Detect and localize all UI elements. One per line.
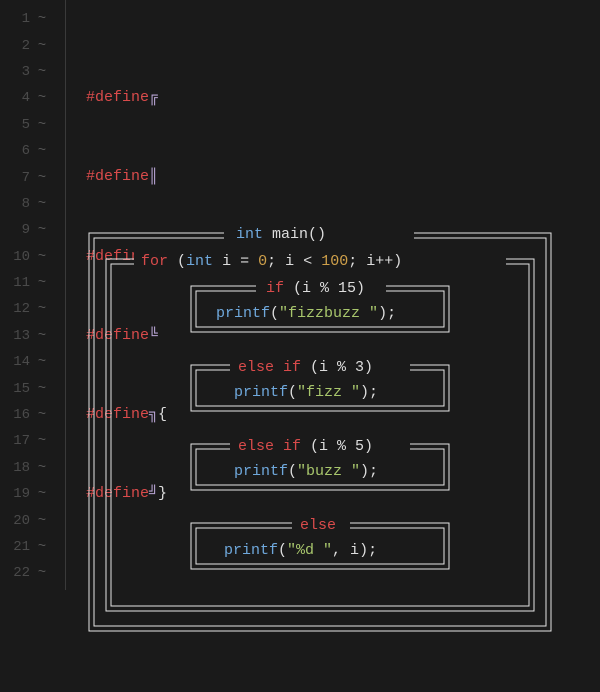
gutter-line: 3~ — [0, 59, 65, 85]
line-number: 20 — [0, 513, 30, 529]
tilde-icon: ~ — [30, 513, 54, 529]
define-line: #define ═ — [86, 244, 167, 270]
gutter-line: 22~ — [0, 560, 65, 586]
tilde-icon: ~ — [30, 565, 54, 581]
tilde-icon: ~ — [30, 90, 54, 106]
tilde-icon: ~ — [30, 460, 54, 476]
tilde-icon: ~ — [30, 143, 54, 159]
tilde-icon: ~ — [30, 196, 54, 212]
gutter-line: 12~ — [0, 296, 65, 322]
else-header: else — [300, 517, 336, 534]
define-rep: } — [158, 481, 167, 507]
gutter: 1~2~3~4~5~6~7~8~9~10~11~12~13~14~15~16~1… — [0, 0, 66, 590]
printf-call: printf("buzz "); — [234, 463, 378, 480]
define-kw: #define — [86, 402, 149, 428]
line-number: 10 — [0, 249, 30, 265]
define-kw: #define — [86, 481, 149, 507]
line-number: 18 — [0, 460, 30, 476]
tilde-icon: ~ — [30, 301, 54, 317]
line-number: 4 — [0, 90, 30, 106]
gutter-line: 21~ — [0, 534, 65, 560]
line-number: 12 — [0, 301, 30, 317]
gutter-line: 5~ — [0, 112, 65, 138]
tilde-icon: ~ — [30, 539, 54, 555]
for-header: for (int i = 0; i < 100; i++) — [141, 253, 402, 270]
svg-text:int main(): int main() — [236, 226, 326, 243]
gutter-line: 16~ — [0, 402, 65, 428]
gutter-line: 8~ — [0, 191, 65, 217]
code-editor: 1~2~3~4~5~6~7~8~9~10~11~12~13~14~15~16~1… — [0, 0, 600, 590]
printf-call: printf("fizz "); — [234, 384, 378, 401]
gutter-line: 14~ — [0, 349, 65, 375]
gutter-line: 13~ — [0, 323, 65, 349]
gutter-line: 4~ — [0, 85, 65, 111]
gutter-line: 10~ — [0, 244, 65, 270]
tilde-icon: ~ — [30, 275, 54, 291]
line-number: 22 — [0, 565, 30, 581]
line-number: 9 — [0, 222, 30, 238]
tilde-icon: ~ — [30, 249, 54, 265]
printf-call: printf("%d ", i); — [224, 542, 377, 559]
box-glyph: ═ — [149, 244, 158, 270]
define-line: #define ╚ — [86, 323, 167, 349]
gutter-line: 6~ — [0, 138, 65, 164]
define-line: #define ╝ } — [86, 481, 167, 507]
line-number: 17 — [0, 433, 30, 449]
line-number: 7 — [0, 170, 30, 186]
gutter-line: 19~ — [0, 481, 65, 507]
line-number: 19 — [0, 486, 30, 502]
box-glyph: ╗ — [149, 402, 158, 428]
gutter-line: 1~ — [0, 6, 65, 32]
tilde-icon: ~ — [30, 117, 54, 133]
line-number: 15 — [0, 381, 30, 397]
gutter-line: 18~ — [0, 455, 65, 481]
gutter-line: 15~ — [0, 375, 65, 401]
define-kw: #define — [86, 244, 149, 270]
tilde-icon: ~ — [30, 328, 54, 344]
gutter-line: 9~ — [0, 217, 65, 243]
line-number: 2 — [0, 38, 30, 54]
gutter-line: 7~ — [0, 164, 65, 190]
define-kw: #define — [86, 85, 149, 111]
gutter-line: 2~ — [0, 32, 65, 58]
elseif-header: else if (i % 5) — [238, 438, 373, 455]
define-line: #define ╗ { — [86, 402, 167, 428]
line-number: 11 — [0, 275, 30, 291]
printf-call: printf("fizzbuzz "); — [216, 305, 396, 322]
define-line: #define ║ — [86, 164, 167, 190]
define-kw: #define — [86, 164, 149, 190]
gutter-line: 20~ — [0, 507, 65, 533]
tilde-icon: ~ — [30, 170, 54, 186]
tilde-icon: ~ — [30, 354, 54, 370]
define-line: #define ╔ — [86, 85, 167, 111]
tilde-icon: ~ — [30, 38, 54, 54]
line-number: 5 — [0, 117, 30, 133]
code-pane: #define ╔ #define ║ #define ═ #define ╚ … — [66, 0, 167, 590]
line-number: 1 — [0, 11, 30, 27]
line-number: 3 — [0, 64, 30, 80]
line-number: 14 — [0, 354, 30, 370]
line-number: 8 — [0, 196, 30, 212]
line-number: 6 — [0, 143, 30, 159]
if-header: if (i % 15) — [266, 280, 365, 297]
define-kw: #define — [86, 323, 149, 349]
line-number: 16 — [0, 407, 30, 423]
tilde-icon: ~ — [30, 64, 54, 80]
line-number: 21 — [0, 539, 30, 555]
tilde-icon: ~ — [30, 11, 54, 27]
box-glyph: ╔ — [149, 85, 158, 111]
tilde-icon: ~ — [30, 407, 54, 423]
line-number: 13 — [0, 328, 30, 344]
tilde-icon: ~ — [30, 222, 54, 238]
tilde-icon: ~ — [30, 381, 54, 397]
tilde-icon: ~ — [30, 433, 54, 449]
elseif-header: else if (i % 3) — [238, 359, 373, 376]
box-glyph: ╚ — [149, 323, 158, 349]
box-glyph: ║ — [149, 164, 158, 190]
box-glyph: ╝ — [149, 481, 158, 507]
tilde-icon: ~ — [30, 486, 54, 502]
define-rep: { — [158, 402, 167, 428]
gutter-line: 11~ — [0, 270, 65, 296]
gutter-line: 17~ — [0, 428, 65, 454]
